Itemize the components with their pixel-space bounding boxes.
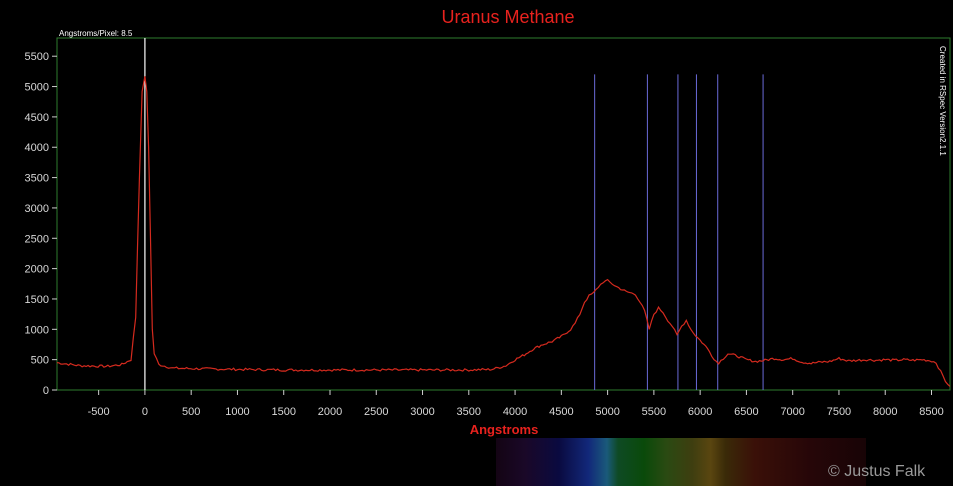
x-tick-label: -500 xyxy=(88,406,110,418)
y-tick-label: 5000 xyxy=(25,82,49,94)
reference-lines xyxy=(594,74,764,390)
x-tick-label: 0 xyxy=(142,406,148,418)
x-tick-label: 2500 xyxy=(364,406,388,418)
y-tick-label: 4500 xyxy=(25,112,49,124)
x-tick-label: 1500 xyxy=(271,406,295,418)
x-tick-label: 7500 xyxy=(827,406,851,418)
y-tick-label: 1500 xyxy=(25,294,49,306)
y-tick-label: 2000 xyxy=(25,264,49,276)
x-tick-label: 2000 xyxy=(318,406,342,418)
x-tick-label: 1000 xyxy=(225,406,249,418)
spectrum-chart: 0500100015002000250030003500400045005000… xyxy=(25,7,951,486)
y-tick-label: 5500 xyxy=(25,51,49,63)
color-spectrum-strip xyxy=(496,438,866,486)
series-line xyxy=(56,76,951,387)
x-axis-label: Angstroms xyxy=(470,422,539,437)
y-tick-label: 500 xyxy=(31,355,49,367)
x-tick-label: 4000 xyxy=(503,406,527,418)
chart-title: Uranus Methane xyxy=(441,7,574,27)
y-axis: 0 500 1000 1500 2000 2500 3000 3500 4000 4500 5000… xyxy=(25,51,57,397)
x-tick-label: 8500 xyxy=(919,406,943,418)
y-tick-label: 4000 xyxy=(25,142,49,154)
x-tick-label: 5000 xyxy=(595,406,619,418)
x-tick-label: 3500 xyxy=(457,406,481,418)
y-tick-label: 3000 xyxy=(25,203,49,215)
x-tick-label: 6000 xyxy=(688,406,712,418)
x-axis: -500 0 500 1000 1500 2000 2500 3000 3500 4000 4500… xyxy=(88,390,944,418)
plot-frame xyxy=(56,37,951,391)
credit-watermark: © Justus Falk xyxy=(828,463,926,480)
y-tick-label: 1000 xyxy=(25,324,49,336)
x-tick-label: 3000 xyxy=(410,406,434,418)
x-tick-label: 4500 xyxy=(549,406,573,418)
x-tick-label: 7000 xyxy=(780,406,804,418)
dispersion-label: Angstroms/Pixel: 8.5 xyxy=(59,29,133,38)
y-tick-label: 3500 xyxy=(25,173,49,185)
x-tick-label: 500 xyxy=(182,406,200,418)
x-tick-label: 5500 xyxy=(642,406,666,418)
x-tick-label: 8000 xyxy=(873,406,897,418)
y-tick-label: 2500 xyxy=(25,233,49,245)
software-label: Created in RSpec Version2.1.1 xyxy=(938,46,947,156)
y-tick-label: 0 xyxy=(43,385,49,397)
x-tick-label: 6500 xyxy=(734,406,758,418)
